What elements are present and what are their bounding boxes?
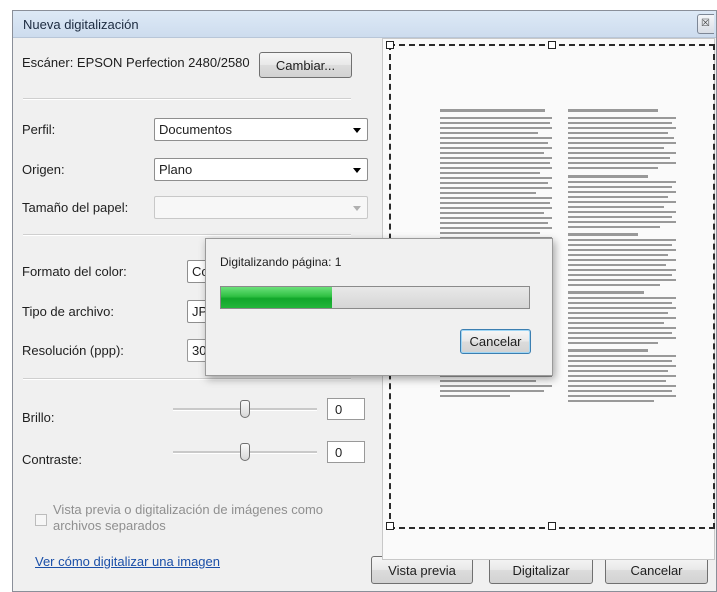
scanner-label: Escáner: EPSON Perfection 2480/2580 [22, 55, 250, 70]
separate-files-label: Vista previa o digitalización de imágene… [53, 502, 324, 533]
separator [23, 378, 351, 380]
profile-value: Documentos [159, 122, 232, 137]
change-scanner-button[interactable]: Cambiar... [259, 52, 352, 78]
progress-dialog: Digitalizando página: 1 Cancelar [205, 238, 553, 376]
separate-files-checkbox[interactable] [35, 514, 47, 526]
selection-handle[interactable] [548, 41, 556, 49]
contrast-slider-thumb[interactable] [240, 443, 250, 461]
source-label: Origen: [22, 162, 65, 177]
selection-handle[interactable] [386, 41, 394, 49]
scan-progress-bar [220, 286, 530, 309]
scan-button[interactable]: Digitalizar [489, 556, 593, 584]
progress-status: Digitalizando página: 1 [220, 255, 342, 269]
progress-cancel-button[interactable]: Cancelar [460, 329, 531, 354]
source-dropdown[interactable]: Plano [154, 158, 368, 181]
cancel-button[interactable]: Cancelar [605, 556, 708, 584]
brightness-slider-thumb[interactable] [240, 400, 250, 418]
chevron-down-icon [353, 128, 361, 133]
selection-handle[interactable] [386, 522, 394, 530]
paper-size-dropdown[interactable] [154, 196, 368, 219]
window-title: Nueva digitalización [23, 17, 139, 32]
contrast-label: Contraste: [22, 452, 82, 467]
profile-label: Perfil: [22, 122, 56, 137]
scan-progress-fill [221, 287, 332, 308]
brightness-label: Brillo: [22, 410, 55, 425]
profile-dropdown[interactable]: Documentos [154, 118, 368, 141]
help-link[interactable]: Ver cómo digitalizar una imagen [35, 554, 220, 569]
file-type-label: Tipo de archivo: [22, 304, 115, 319]
chevron-down-icon [353, 168, 361, 173]
preview-button[interactable]: Vista previa [371, 556, 473, 584]
close-icon[interactable]: ☒ [697, 14, 714, 34]
contrast-input[interactable]: 0 [327, 441, 365, 463]
color-format-label: Formato del color: [22, 264, 127, 279]
title-bar: Nueva digitalización ☒ [13, 11, 716, 38]
selection-handle[interactable] [548, 522, 556, 530]
source-value: Plano [159, 162, 193, 177]
separator [23, 234, 351, 236]
paper-size-label: Tamaño del papel: [22, 200, 129, 215]
separator [23, 98, 351, 100]
chevron-down-icon [353, 206, 361, 211]
brightness-input[interactable]: 0 [327, 398, 365, 420]
resolution-label: Resolución (ppp): [22, 343, 124, 358]
